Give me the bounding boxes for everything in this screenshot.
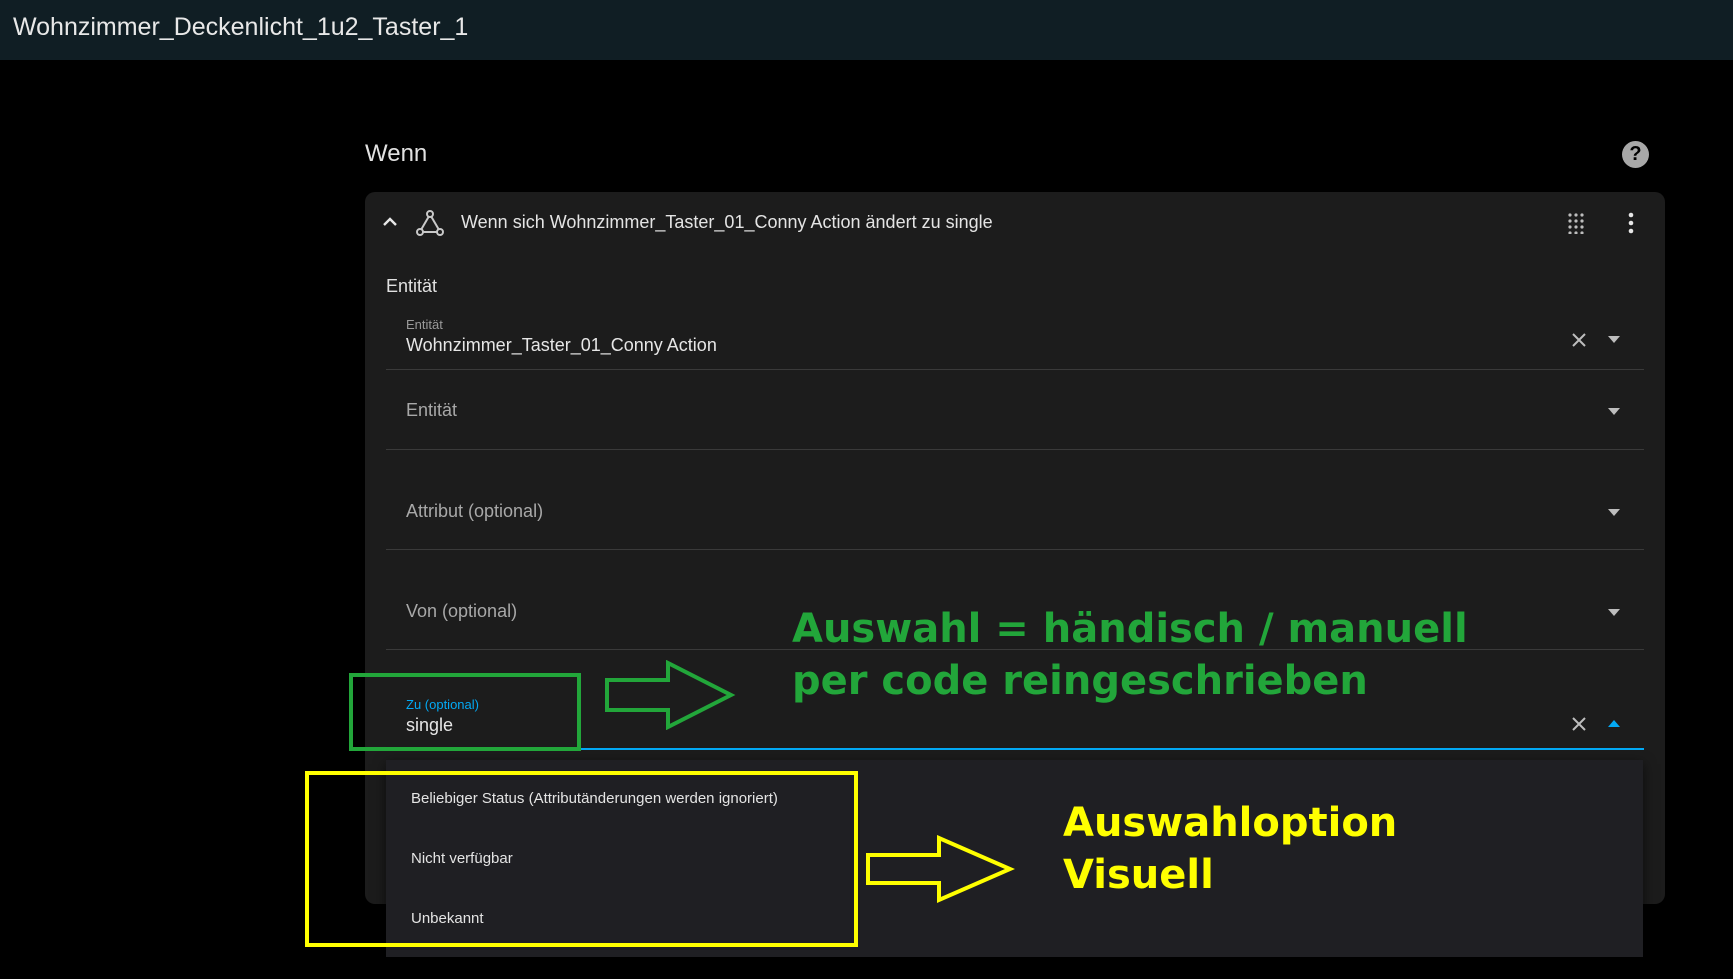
chevron-up-icon[interactable] [380,212,400,232]
entity-section-label: Entität [386,276,438,296]
entity-field-selected[interactable]: Entität Wohnzimmer_Taster_01_Conny Actio… [386,308,1644,370]
chevron-up-icon[interactable] [1608,720,1620,728]
green-annotation-line1: Auswahl = händisch / manuell [792,606,1468,652]
dots-vertical-icon[interactable] [1627,212,1635,234]
yellow-annotation-line2: Visuell [1063,852,1214,898]
yellow-annotation-text: Auswahloption Visuell [1063,797,1397,901]
green-highlight-box [349,673,581,751]
green-annotation-line2: per code reingeschrieben [792,658,1368,704]
yellow-annotation-line1: Auswahloption [1063,800,1398,846]
state-graph-icon [416,210,444,236]
green-annotation-text: Auswahl = händisch / manuell per code re… [792,603,1468,707]
chevron-down-icon[interactable] [1608,509,1620,517]
trigger-heading: Wenn sich Wohnzimmer_Taster_01_Conny Act… [461,212,993,232]
chevron-down-icon[interactable] [1608,609,1620,617]
window-title: Wohnzimmer_Deckenlicht_1u2_Taster_1 [13,13,469,41]
chevron-down-icon[interactable] [1608,408,1620,416]
chevron-down-icon[interactable] [1608,336,1620,344]
green-arrow [605,660,736,730]
section-title: Wenn [365,140,428,167]
from-placeholder: Von (optional) [406,601,518,621]
trigger-card-header[interactable]: Wenn sich Wohnzimmer_Taster_01_Conny Act… [365,192,1665,254]
yellow-arrow [866,835,1015,904]
help-icon[interactable]: ? [1622,141,1649,168]
entity-float-label: Entität [406,317,443,332]
top-app-bar: Wohnzimmer_Deckenlicht_1u2_Taster_1 [0,0,1733,60]
close-icon[interactable] [1570,715,1588,733]
entity-value: Wohnzimmer_Taster_01_Conny Action [406,335,717,355]
drag-handle-icon[interactable] [1567,212,1585,234]
entity-placeholder: Entität [406,400,458,420]
entity-field-empty[interactable]: Entität [386,370,1644,450]
attribute-field[interactable]: Attribut (optional) [386,450,1644,550]
yellow-highlight-box [305,771,858,947]
attribute-placeholder: Attribut (optional) [406,501,544,521]
close-icon[interactable] [1570,331,1588,349]
